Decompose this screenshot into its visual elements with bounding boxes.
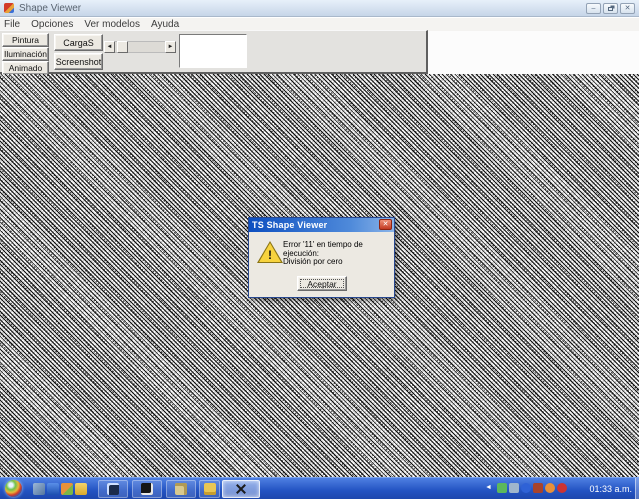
dialog-title: TS Shape Viewer	[252, 220, 327, 230]
restore-button[interactable]	[603, 3, 618, 14]
app-icon-note	[175, 483, 187, 495]
warning-icon: !	[257, 241, 283, 263]
folder-icon	[204, 483, 216, 495]
titlebar: Shape Viewer – ✕	[0, 0, 639, 17]
tray-icon-5[interactable]	[545, 483, 555, 493]
scroll-right-arrow-icon[interactable]: ►	[165, 41, 176, 53]
tray-icon-3[interactable]	[521, 483, 531, 493]
warning-exclamation: !	[257, 248, 283, 262]
menu-item-ver-modelos[interactable]: Ver modelos	[84, 19, 140, 30]
dialog-titlebar: TS Shape Viewer	[249, 218, 394, 232]
taskbar-app-button-4[interactable]	[199, 480, 220, 498]
dialog-body: ! Error '11' en tiempo de ejecución: Div…	[249, 232, 394, 297]
dialog-close-icon: ✕	[383, 221, 389, 228]
shape-listbox[interactable]	[179, 34, 247, 68]
load-shape-button[interactable]: CargaS	[54, 34, 103, 51]
minimize-button[interactable]: –	[586, 3, 601, 14]
close-icon: ✕	[625, 5, 631, 12]
error-message-line1: Error '11' en tiempo de ejecución:	[283, 240, 391, 258]
minimize-icon: –	[592, 5, 596, 12]
tray-expand-icon[interactable]: ◄	[485, 484, 492, 491]
app-icon-dark	[107, 483, 119, 495]
error-dialog: TS Shape Viewer ✕ ! Error '11' en tiempo…	[248, 217, 395, 298]
scrollbar-track[interactable]	[115, 41, 165, 53]
dialog-close-button[interactable]: ✕	[379, 219, 392, 230]
taskbar-clock[interactable]: 01:33 a.m.	[589, 478, 632, 499]
quicklaunch-icon-1[interactable]	[33, 483, 45, 495]
horizontal-scrollbar[interactable]: ◄ ►	[104, 41, 176, 53]
animado-button[interactable]: Animado	[2, 61, 49, 75]
scroll-left-arrow-icon[interactable]: ◄	[104, 41, 115, 53]
accept-button[interactable]: Aceptar	[297, 276, 347, 291]
show-desktop-button[interactable]	[635, 478, 639, 499]
taskbar-app-button-shapeviewer-active[interactable]	[222, 480, 260, 498]
taskbar-app-button-1[interactable]	[98, 480, 128, 498]
iluminacion-button[interactable]: Iluminación	[2, 47, 49, 61]
quicklaunch-icon-3[interactable]	[61, 483, 73, 495]
screen: Shape Viewer – ✕ File Opciones Ver model…	[0, 0, 639, 499]
taskbar-app-button-3[interactable]	[166, 480, 196, 498]
quicklaunch-icon-4[interactable]	[75, 483, 87, 495]
tray-icon-1[interactable]	[497, 483, 507, 493]
menu-item-file[interactable]: File	[4, 19, 20, 30]
menu-item-ayuda[interactable]: Ayuda	[151, 19, 179, 30]
start-button[interactable]	[5, 480, 22, 497]
window-controls: – ✕	[586, 3, 635, 14]
taskbar: ◄ 01:33 a.m.	[0, 477, 639, 499]
tray-icon-2[interactable]	[509, 483, 519, 493]
tray-icon-4[interactable]	[533, 483, 543, 493]
restore-icon	[608, 7, 613, 11]
close-button[interactable]: ✕	[620, 3, 635, 14]
menu-item-opciones[interactable]: Opciones	[31, 19, 73, 30]
error-message-line2: División por cero	[283, 257, 391, 266]
quicklaunch-icon-2[interactable]	[47, 483, 59, 495]
window-title: Shape Viewer	[19, 3, 81, 14]
screenshot-button[interactable]: Screenshot	[54, 53, 103, 70]
app-icon-black	[141, 483, 153, 495]
tray-icon-6[interactable]	[557, 483, 567, 493]
app-icon	[4, 3, 14, 13]
tools-icon	[234, 482, 248, 496]
pintura-button[interactable]: Pintura	[2, 33, 49, 47]
toolbar: Pintura Iluminación Animado CargaS Scree…	[0, 30, 428, 74]
scrollbar-thumb[interactable]	[117, 41, 128, 53]
taskbar-app-button-2[interactable]	[132, 480, 162, 498]
